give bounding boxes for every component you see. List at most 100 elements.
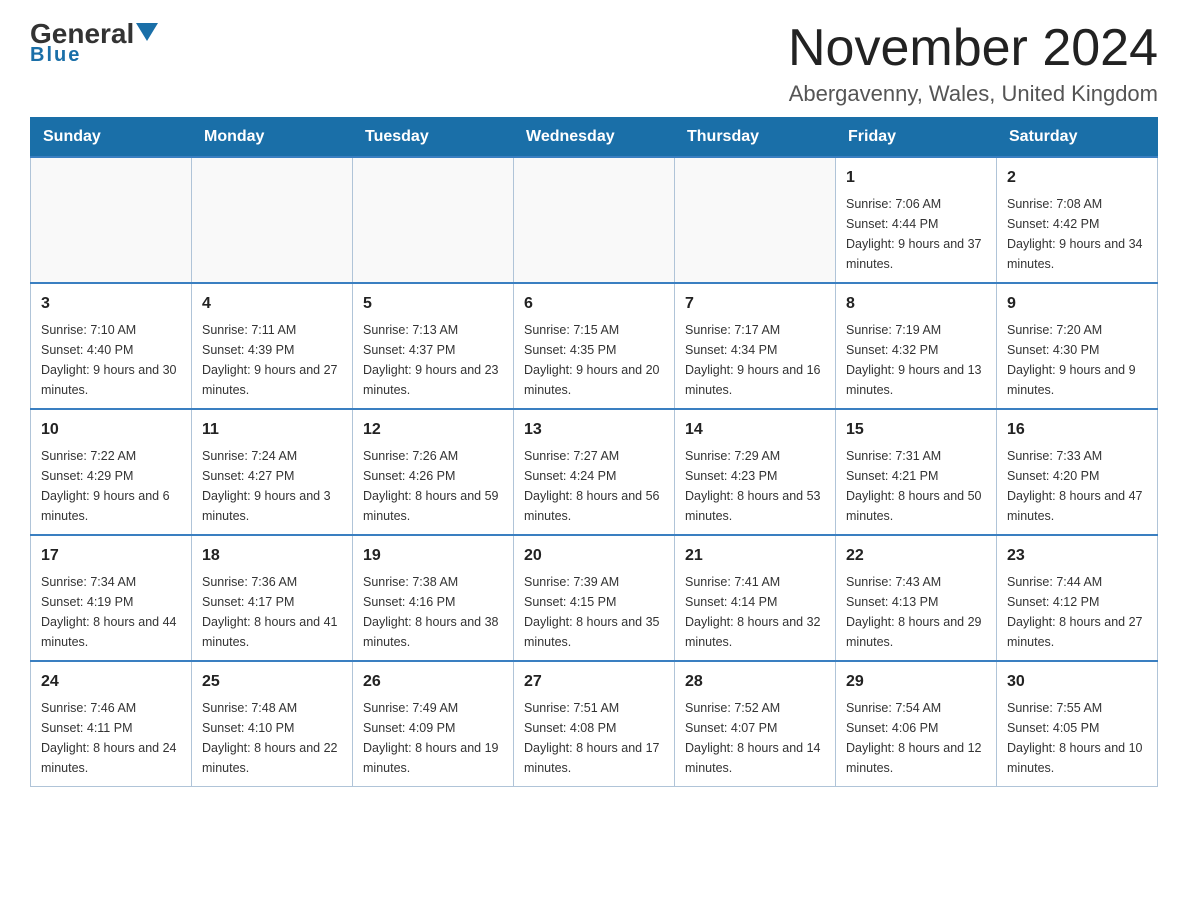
day-number: 29 xyxy=(846,670,986,694)
day-info: Sunrise: 7:17 AM Sunset: 4:34 PM Dayligh… xyxy=(685,320,825,400)
day-info: Sunrise: 7:06 AM Sunset: 4:44 PM Dayligh… xyxy=(846,194,986,274)
day-info: Sunrise: 7:46 AM Sunset: 4:11 PM Dayligh… xyxy=(41,698,181,778)
calendar-week-row: 17Sunrise: 7:34 AM Sunset: 4:19 PM Dayli… xyxy=(31,535,1158,661)
day-number: 21 xyxy=(685,544,825,568)
table-row: 17Sunrise: 7:34 AM Sunset: 4:19 PM Dayli… xyxy=(31,535,192,661)
day-info: Sunrise: 7:38 AM Sunset: 4:16 PM Dayligh… xyxy=(363,572,503,652)
day-number: 1 xyxy=(846,166,986,190)
day-number: 20 xyxy=(524,544,664,568)
table-row: 26 Sunrise: 7:49 AM Sunset: 4:09 PM Dayli… xyxy=(353,661,514,787)
day-number: 30 xyxy=(1007,670,1147,694)
day-info: Sunrise: 7:51 AM Sunset: 4:08 PM Dayligh… xyxy=(524,698,664,778)
day-info: Sunrise: 7:22 AM Sunset: 4:29 PM Dayligh… xyxy=(41,446,181,526)
calendar-table: Sunday Monday Tuesday Wednesday Thursday… xyxy=(30,117,1158,787)
day-info: Sunrise: 7:43 AM Sunset: 4:13 PM Dayligh… xyxy=(846,572,986,652)
day-info: Sunrise: 7:55 AM Sunset: 4:05 PM Dayligh… xyxy=(1007,698,1147,778)
logo-triangle-icon xyxy=(136,23,158,41)
table-row: 14Sunrise: 7:29 AM Sunset: 4:23 PM Dayli… xyxy=(675,409,836,535)
day-number: 28 xyxy=(685,670,825,694)
weekday-header-row: Sunday Monday Tuesday Wednesday Thursday… xyxy=(31,118,1158,158)
day-info: Sunrise: 7:36 AM Sunset: 4:17 PM Dayligh… xyxy=(202,572,342,652)
table-row: 22 Sunrise: 7:43 AM Sunset: 4:13 PM Dayli… xyxy=(836,535,997,661)
day-number: 18 xyxy=(202,544,342,568)
day-number: 6 xyxy=(524,292,664,316)
day-info: Sunrise: 7:10 AM Sunset: 4:40 PM Dayligh… xyxy=(41,320,181,400)
day-info: Sunrise: 7:15 AM Sunset: 4:35 PM Dayligh… xyxy=(524,320,664,400)
page-header: General Blue November 2024 Abergavenny, … xyxy=(30,20,1158,107)
day-number: 14 xyxy=(685,418,825,442)
day-info: Sunrise: 7:08 AM Sunset: 4:42 PM Dayligh… xyxy=(1007,194,1147,274)
header-saturday: Saturday xyxy=(997,118,1158,158)
day-info: Sunrise: 7:44 AM Sunset: 4:12 PM Dayligh… xyxy=(1007,572,1147,652)
day-number: 10 xyxy=(41,418,181,442)
table-row: 8 Sunrise: 7:19 AM Sunset: 4:32 PM Daylig… xyxy=(836,283,997,409)
day-info: Sunrise: 7:33 AM Sunset: 4:20 PM Dayligh… xyxy=(1007,446,1147,526)
day-info: Sunrise: 7:41 AM Sunset: 4:14 PM Dayligh… xyxy=(685,572,825,652)
table-row: 12Sunrise: 7:26 AM Sunset: 4:26 PM Dayli… xyxy=(353,409,514,535)
day-info: Sunrise: 7:48 AM Sunset: 4:10 PM Dayligh… xyxy=(202,698,342,778)
table-row: 28 Sunrise: 7:52 AM Sunset: 4:07 PM Dayli… xyxy=(675,661,836,787)
table-row: 23Sunrise: 7:44 AM Sunset: 4:12 PM Dayli… xyxy=(997,535,1158,661)
table-row xyxy=(192,157,353,283)
calendar-week-row: 1 Sunrise: 7:06 AM Sunset: 4:44 PM Daylig… xyxy=(31,157,1158,283)
calendar-week-row: 10 Sunrise: 7:22 AM Sunset: 4:29 PM Dayli… xyxy=(31,409,1158,535)
day-info: Sunrise: 7:31 AM Sunset: 4:21 PM Dayligh… xyxy=(846,446,986,526)
table-row: 19 Sunrise: 7:38 AM Sunset: 4:16 PM Dayli… xyxy=(353,535,514,661)
day-info: Sunrise: 7:19 AM Sunset: 4:32 PM Dayligh… xyxy=(846,320,986,400)
table-row: 13 Sunrise: 7:27 AM Sunset: 4:24 PM Dayli… xyxy=(514,409,675,535)
table-row xyxy=(31,157,192,283)
table-row xyxy=(353,157,514,283)
day-number: 11 xyxy=(202,418,342,442)
table-row: 30 Sunrise: 7:55 AM Sunset: 4:05 PM Dayli… xyxy=(997,661,1158,787)
table-row: 18 Sunrise: 7:36 AM Sunset: 4:17 PM Dayli… xyxy=(192,535,353,661)
day-info: Sunrise: 7:49 AM Sunset: 4:09 PM Dayligh… xyxy=(363,698,503,778)
day-number: 3 xyxy=(41,292,181,316)
table-row: 6 Sunrise: 7:15 AM Sunset: 4:35 PM Daylig… xyxy=(514,283,675,409)
table-row: 3 Sunrise: 7:10 AM Sunset: 4:40 PM Daylig… xyxy=(31,283,192,409)
title-section: November 2024 Abergavenny, Wales, United… xyxy=(788,20,1158,107)
day-number: 25 xyxy=(202,670,342,694)
table-row xyxy=(675,157,836,283)
day-number: 9 xyxy=(1007,292,1147,316)
day-number: 8 xyxy=(846,292,986,316)
logo: General Blue xyxy=(30,20,158,67)
calendar-week-row: 24Sunrise: 7:46 AM Sunset: 4:11 PM Dayli… xyxy=(31,661,1158,787)
day-number: 19 xyxy=(363,544,503,568)
day-number: 13 xyxy=(524,418,664,442)
day-number: 15 xyxy=(846,418,986,442)
day-number: 12 xyxy=(363,418,503,442)
table-row: 9 Sunrise: 7:20 AM Sunset: 4:30 PM Daylig… xyxy=(997,283,1158,409)
table-row: 7 Sunrise: 7:17 AM Sunset: 4:34 PM Daylig… xyxy=(675,283,836,409)
table-row: 2 Sunrise: 7:08 AM Sunset: 4:42 PM Daylig… xyxy=(997,157,1158,283)
calendar-title: November 2024 xyxy=(788,20,1158,77)
day-number: 4 xyxy=(202,292,342,316)
header-wednesday: Wednesday xyxy=(514,118,675,158)
day-number: 17 xyxy=(41,544,181,568)
table-row: 11Sunrise: 7:24 AM Sunset: 4:27 PM Dayli… xyxy=(192,409,353,535)
header-tuesday: Tuesday xyxy=(353,118,514,158)
table-row xyxy=(514,157,675,283)
table-row: 15 Sunrise: 7:31 AM Sunset: 4:21 PM Dayli… xyxy=(836,409,997,535)
table-row: 27Sunrise: 7:51 AM Sunset: 4:08 PM Dayli… xyxy=(514,661,675,787)
table-row: 5Sunrise: 7:13 AM Sunset: 4:37 PM Daylig… xyxy=(353,283,514,409)
header-thursday: Thursday xyxy=(675,118,836,158)
day-number: 5 xyxy=(363,292,503,316)
day-info: Sunrise: 7:54 AM Sunset: 4:06 PM Dayligh… xyxy=(846,698,986,778)
day-info: Sunrise: 7:39 AM Sunset: 4:15 PM Dayligh… xyxy=(524,572,664,652)
header-friday: Friday xyxy=(836,118,997,158)
day-info: Sunrise: 7:20 AM Sunset: 4:30 PM Dayligh… xyxy=(1007,320,1147,400)
header-sunday: Sunday xyxy=(31,118,192,158)
day-number: 7 xyxy=(685,292,825,316)
day-number: 16 xyxy=(1007,418,1147,442)
day-number: 22 xyxy=(846,544,986,568)
day-info: Sunrise: 7:52 AM Sunset: 4:07 PM Dayligh… xyxy=(685,698,825,778)
calendar-subtitle: Abergavenny, Wales, United Kingdom xyxy=(788,81,1158,107)
table-row: 25 Sunrise: 7:48 AM Sunset: 4:10 PM Dayli… xyxy=(192,661,353,787)
logo-sub-text: Blue xyxy=(30,44,81,67)
day-number: 2 xyxy=(1007,166,1147,190)
day-number: 26 xyxy=(363,670,503,694)
calendar-week-row: 3 Sunrise: 7:10 AM Sunset: 4:40 PM Daylig… xyxy=(31,283,1158,409)
table-row: 20 Sunrise: 7:39 AM Sunset: 4:15 PM Dayli… xyxy=(514,535,675,661)
day-info: Sunrise: 7:27 AM Sunset: 4:24 PM Dayligh… xyxy=(524,446,664,526)
table-row: 29 Sunrise: 7:54 AM Sunset: 4:06 PM Dayli… xyxy=(836,661,997,787)
